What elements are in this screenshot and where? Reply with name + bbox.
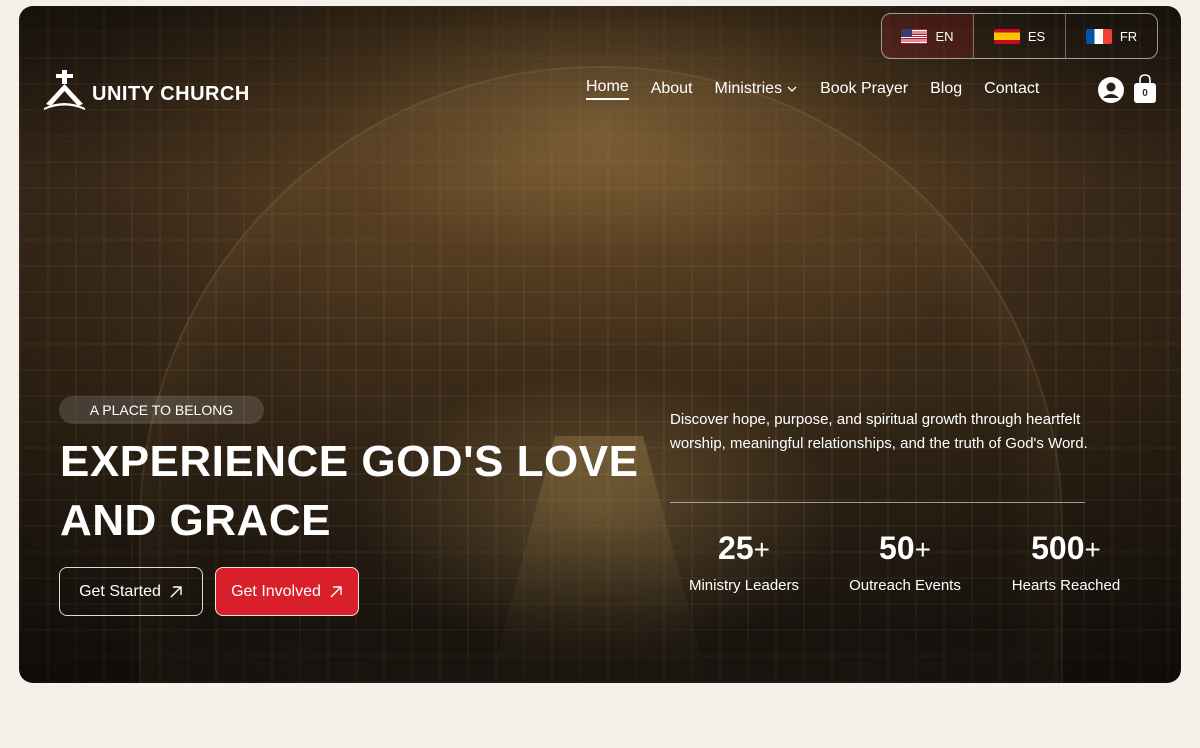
arrow-up-right-icon (170, 585, 182, 597)
cart-button[interactable]: 0 (1132, 74, 1158, 109)
nav-home[interactable]: Home (586, 78, 629, 100)
user-icon (1098, 77, 1124, 103)
lang-label: FR (1119, 28, 1138, 44)
hero-badge: A PLACE TO BELONG (59, 396, 264, 424)
lang-option-en[interactable]: EN (882, 14, 974, 58)
stat-suffix: + (914, 534, 931, 565)
main-nav: Home About Ministries Book Prayer Blog C… (586, 78, 1039, 100)
france-flag-icon (1085, 28, 1112, 44)
nav-blog[interactable]: Blog (930, 78, 962, 100)
cart-count: 0 (1142, 88, 1148, 99)
nav-ministries-label: Ministries (714, 80, 783, 97)
arrow-up-right-icon (330, 585, 342, 597)
site-logo[interactable]: UNITY CHURCH (42, 70, 250, 110)
stats-divider (670, 502, 1085, 503)
get-involved-label: Get Involved (231, 582, 321, 600)
hero-headline: EXPERIENCE GOD'S LOVE AND GRACE (60, 437, 639, 545)
get-started-button[interactable]: Get Started (59, 567, 203, 616)
stat-suffix: + (753, 534, 770, 565)
stat-hearts-reached: 500+ Hearts Reached (986, 530, 1146, 594)
us-flag-icon (901, 28, 928, 44)
brand-name: UNITY CHURCH (92, 82, 250, 105)
lang-option-fr[interactable]: FR (1066, 14, 1157, 58)
nav-ministries[interactable]: Ministries (715, 78, 799, 100)
lang-label: EN (935, 28, 954, 44)
nav-about[interactable]: About (651, 78, 693, 100)
stat-label: Hearts Reached (1011, 577, 1121, 594)
get-involved-button[interactable]: Get Involved (215, 567, 359, 616)
stat-label: Outreach Events (849, 577, 961, 594)
stat-label: Ministry Leaders (688, 577, 800, 594)
lang-label: ES (1027, 28, 1046, 44)
language-switcher: EN ES FR (881, 13, 1158, 59)
stat-ministry-leaders: 25+ Ministry Leaders (664, 530, 824, 594)
stat-outreach-events: 50+ Outreach Events (825, 530, 985, 594)
nav-book-prayer[interactable]: Book Prayer (820, 78, 908, 100)
stat-number: 25 (718, 530, 754, 566)
hero-description: Discover hope, purpose, and spiritual gr… (670, 411, 1088, 452)
cross-logo-icon (44, 70, 85, 110)
nav-contact[interactable]: Contact (984, 78, 1039, 100)
lang-option-es[interactable]: ES (974, 14, 1066, 58)
get-started-label: Get Started (79, 582, 161, 600)
account-button[interactable] (1097, 76, 1125, 109)
spain-flag-icon (993, 28, 1020, 44)
chevron-down-icon (787, 86, 797, 92)
stat-number: 500 (1031, 530, 1085, 566)
stat-suffix: + (1084, 534, 1101, 565)
stat-number: 50 (879, 530, 915, 566)
